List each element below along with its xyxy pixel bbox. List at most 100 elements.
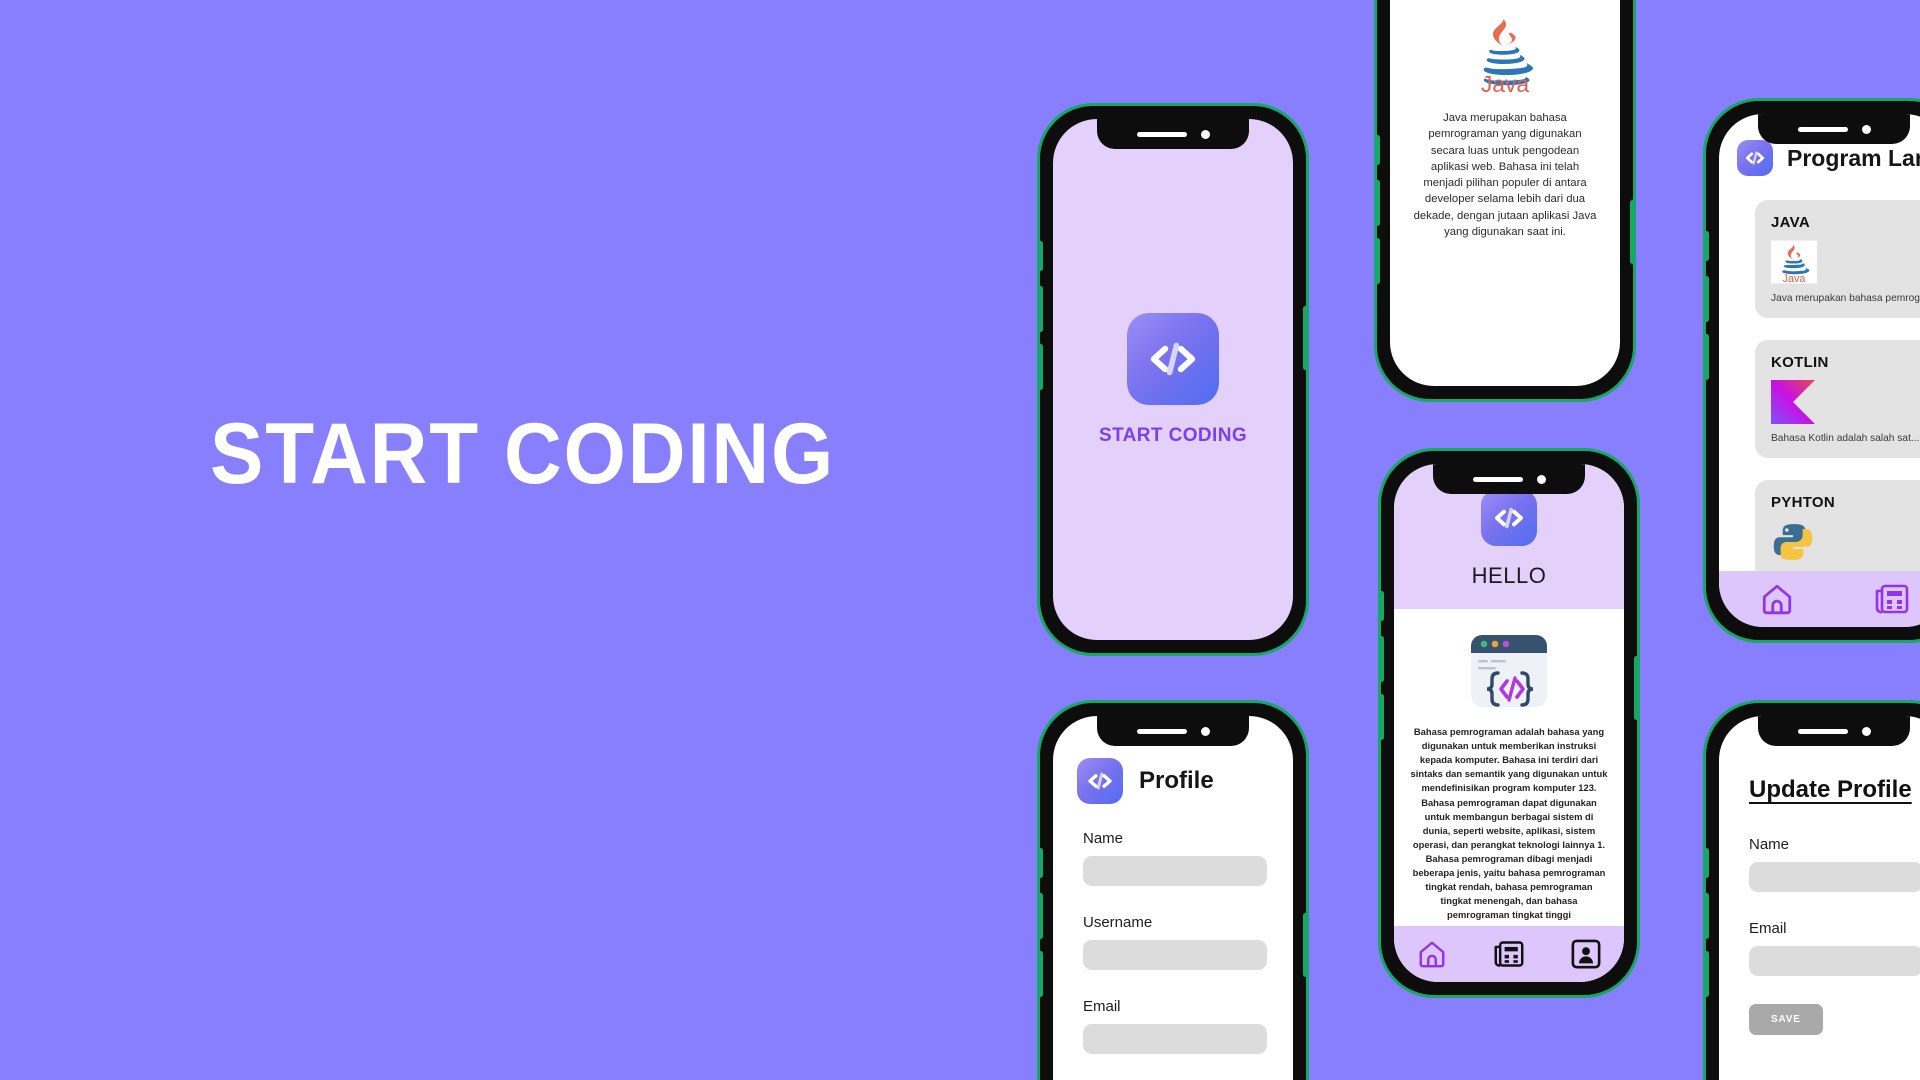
language-description: Java merupakan bahasa pemrogra... xyxy=(1771,293,1920,304)
profile-form: Name Username Email UPDATE xyxy=(1053,804,1293,1080)
phone-notch xyxy=(1097,119,1249,149)
code-brackets-icon xyxy=(1127,312,1219,405)
news-list-icon xyxy=(1875,583,1909,615)
profile-screen: Profile Name Username Email UPDATE xyxy=(1053,716,1293,1080)
field-group-name: Name xyxy=(1749,836,1920,892)
phone-side-button[interactable] xyxy=(1040,241,1043,271)
earpiece-speaker xyxy=(1136,728,1187,734)
field-group-email: Email xyxy=(1749,920,1920,976)
name-label: Name xyxy=(1083,830,1124,847)
python-logo xyxy=(1771,519,1920,565)
front-camera xyxy=(1200,129,1210,139)
tab-language-list[interactable] xyxy=(1834,583,1920,615)
code-brackets-icon xyxy=(1077,758,1123,804)
earpiece-speaker xyxy=(1797,728,1848,734)
language-name: PYHTON xyxy=(1771,494,1836,511)
phone-power-button[interactable] xyxy=(1634,656,1637,720)
phone-profile-screen: Profile Name Username Email UPDATE xyxy=(1037,700,1309,1080)
phone-volume-up-button[interactable] xyxy=(1706,276,1709,322)
email-input[interactable] xyxy=(1083,1024,1267,1054)
phone-volume-up-button[interactable] xyxy=(1706,893,1709,939)
name-label: Name xyxy=(1749,836,1790,853)
code-window-icon xyxy=(1467,629,1551,713)
java-logo: Java xyxy=(1462,14,1548,92)
languages-list-screen: Program Languages JAVA Java Java me xyxy=(1719,114,1920,627)
language-name: JAVA xyxy=(1771,214,1810,231)
list-item[interactable]: JAVA Java Java merupakan bahasa pemrogra… xyxy=(1755,200,1920,318)
phone-side-button[interactable] xyxy=(1381,591,1384,621)
phone-notch xyxy=(1758,114,1910,144)
kotlin-logo xyxy=(1771,379,1920,425)
username-input[interactable] xyxy=(1083,940,1267,970)
update-profile-form: Name Email SAVE xyxy=(1719,804,1920,1035)
svg-text:Java: Java xyxy=(1783,273,1806,284)
phone-languages-list: Program Languages JAVA Java Java me xyxy=(1703,98,1920,643)
phone-side-button[interactable] xyxy=(1040,848,1043,878)
screen-title: Profile xyxy=(1139,767,1214,794)
language-name: KOTLIN xyxy=(1771,354,1829,371)
tab-language-list[interactable] xyxy=(1471,940,1548,968)
phone-side-button[interactable] xyxy=(1706,231,1709,261)
front-camera xyxy=(1200,726,1210,736)
front-camera xyxy=(1861,124,1871,134)
home-icon xyxy=(1417,939,1447,969)
front-camera xyxy=(1536,474,1546,484)
name-input[interactable] xyxy=(1083,856,1267,886)
phone-notch xyxy=(1433,464,1585,494)
phone-volume-up-button[interactable] xyxy=(1381,636,1384,682)
earpiece-speaker xyxy=(1797,126,1848,132)
phone-volume-down-button[interactable] xyxy=(1040,951,1043,997)
phone-volume-down-button[interactable] xyxy=(1706,951,1709,997)
bottom-navigation-bar xyxy=(1394,926,1624,982)
phone-volume-up-button[interactable] xyxy=(1040,286,1043,332)
name-input[interactable] xyxy=(1749,862,1920,892)
phone-volume-up-button[interactable] xyxy=(1040,893,1043,939)
phone-volume-down-button[interactable] xyxy=(1381,694,1384,740)
tab-home[interactable] xyxy=(1719,582,1834,616)
home-icon xyxy=(1760,582,1794,616)
screen-title: Update Profile xyxy=(1749,776,1912,803)
code-brackets-icon xyxy=(1481,490,1537,546)
update-profile-screen: Update Profile Name Email SAVE xyxy=(1719,716,1920,1080)
java-logo: Java xyxy=(1771,239,1920,285)
phone-update-profile-screen: Update Profile Name Email SAVE xyxy=(1703,700,1920,1080)
phone-power-button[interactable] xyxy=(1303,306,1306,370)
email-input[interactable] xyxy=(1749,946,1920,976)
username-label: Username xyxy=(1083,914,1153,931)
phone-volume-down-button[interactable] xyxy=(1706,334,1709,380)
phone-power-button[interactable] xyxy=(1630,200,1633,264)
tab-home[interactable] xyxy=(1394,939,1471,969)
email-label: Email xyxy=(1749,920,1787,937)
hello-heading: HELLO xyxy=(1471,563,1547,588)
person-icon xyxy=(1571,939,1601,969)
front-camera xyxy=(1861,726,1871,736)
email-label: Email xyxy=(1083,998,1121,1015)
page-title: START CODING xyxy=(210,406,836,502)
splash-screen: START CODING xyxy=(1053,119,1293,640)
svg-text:Java: Java xyxy=(1481,71,1530,92)
earpiece-speaker xyxy=(1472,476,1523,482)
save-button[interactable]: SAVE xyxy=(1749,1004,1823,1035)
phone-volume-down-button[interactable] xyxy=(1040,344,1043,390)
field-group-name: Name xyxy=(1083,830,1267,886)
screen-title: Program Languages xyxy=(1787,144,1920,171)
phone-volume-up-button[interactable] xyxy=(1377,180,1380,226)
java-description: Java merupakan bahasa pemrograman yang d… xyxy=(1413,112,1597,238)
phone-power-button[interactable] xyxy=(1303,913,1306,977)
phone-side-button[interactable] xyxy=(1706,848,1709,878)
phone-notch xyxy=(1097,716,1249,746)
java-detail-screen: Java Java merupakan bahasa pemrograman y… xyxy=(1390,0,1620,386)
hello-screen: HELLO Bahasa pemrograman adalah bahasa y… xyxy=(1394,464,1624,982)
hello-description: Bahasa pemrograman adalah bahasa yang di… xyxy=(1410,726,1608,921)
phone-side-button[interactable] xyxy=(1377,135,1380,165)
language-description: Bahasa Kotlin adalah salah sat... xyxy=(1771,433,1920,444)
field-group-username: Username xyxy=(1083,914,1267,970)
phone-volume-down-button[interactable] xyxy=(1377,238,1380,284)
news-list-icon xyxy=(1494,940,1524,968)
tab-profile[interactable] xyxy=(1547,939,1624,969)
bottom-navigation-bar xyxy=(1719,571,1920,627)
phone-java-detail: Java Java merupakan bahasa pemrograman y… xyxy=(1374,0,1636,402)
code-brackets-icon xyxy=(1737,140,1773,176)
list-item[interactable]: KOTLIN Bahasa Kotlin adalah salah sat... xyxy=(1755,340,1920,458)
field-group-email: Email xyxy=(1083,998,1267,1054)
